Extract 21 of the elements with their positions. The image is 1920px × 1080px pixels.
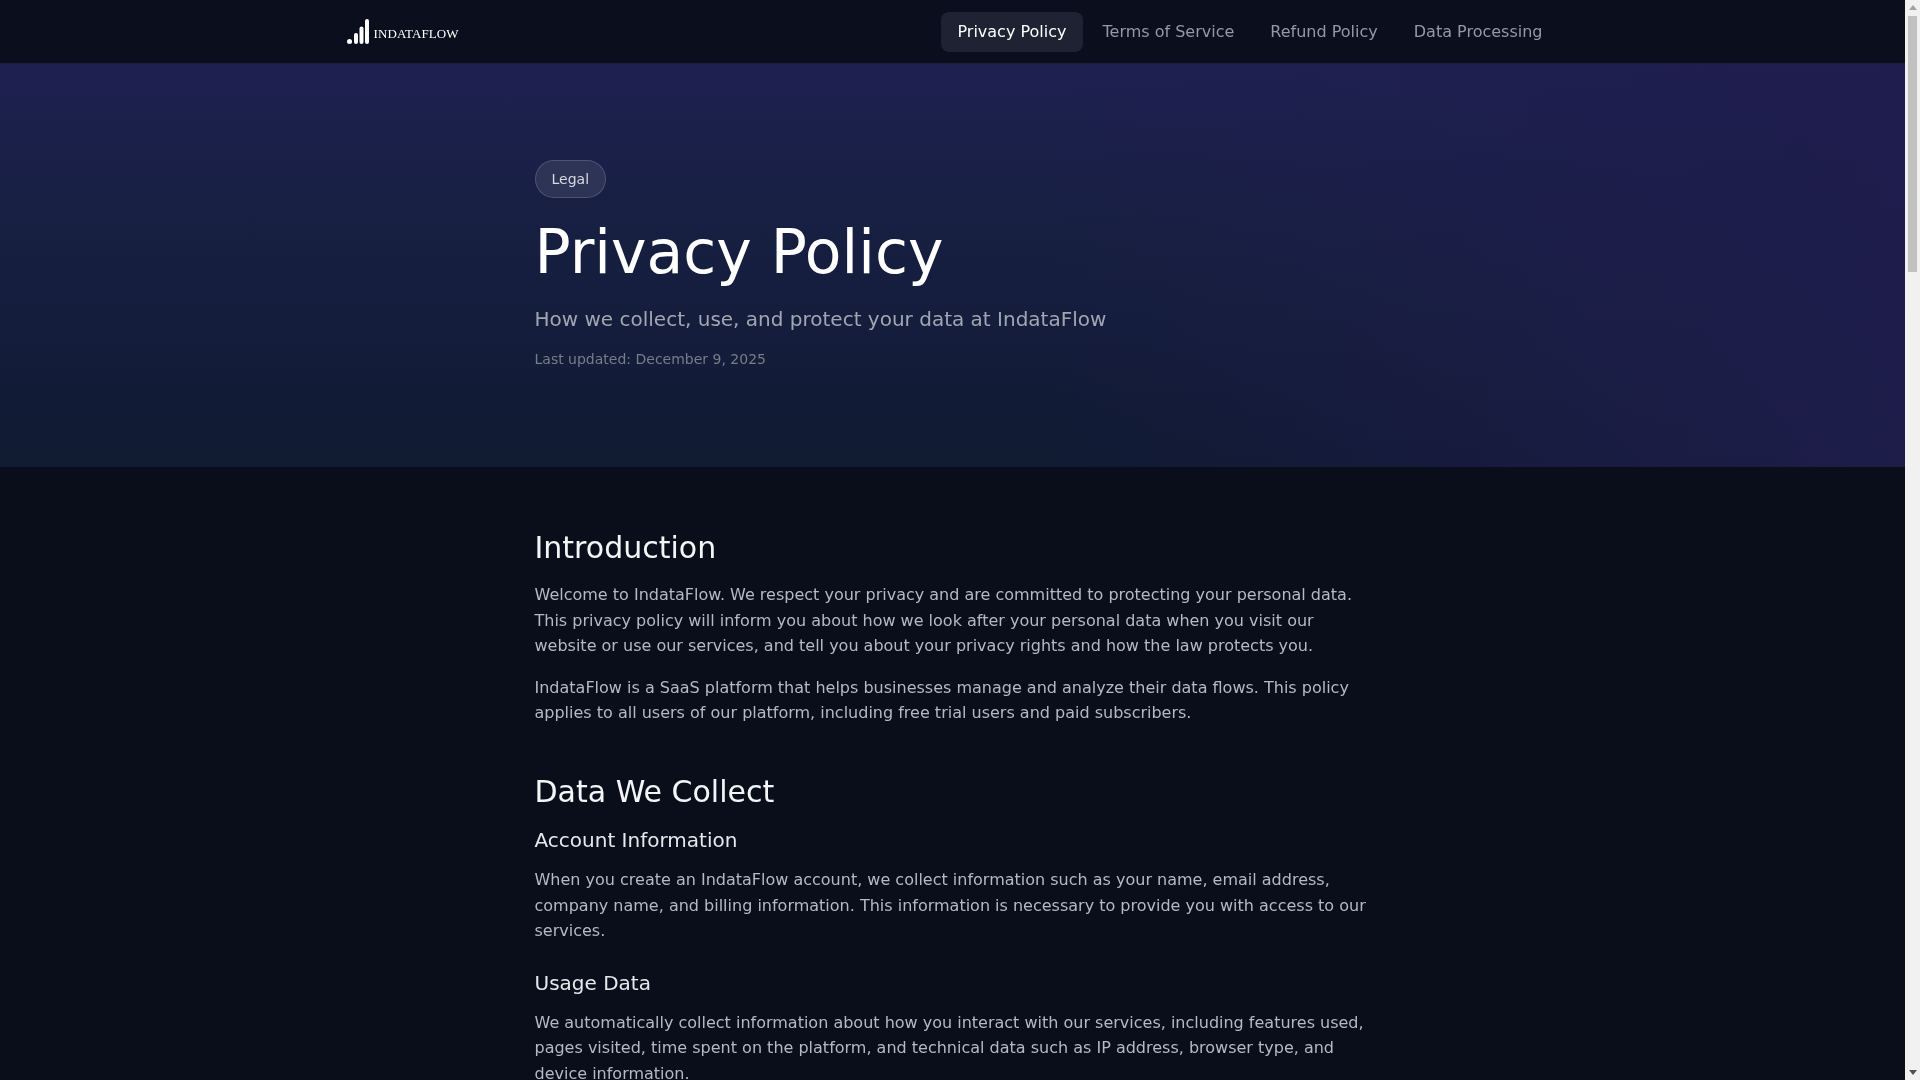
nav-tab[interactable]: Terms of Service xyxy=(1086,11,1251,52)
last-updated-text: Last updated: December 9, 2025 xyxy=(534,350,766,369)
category-badge: Legal xyxy=(534,160,607,198)
nav-tab[interactable]: Refund Policy xyxy=(1254,11,1394,52)
paragraph: IndataFlow is a SaaS platform that helps businesses manage and analyze their data flows. This policy applies to all users of our platform, including free trial users and paid subscribers. xyxy=(534,676,1350,725)
section-heading: Introduction xyxy=(534,530,717,566)
nav-tab[interactable]: Data Processing xyxy=(1397,11,1559,52)
nav-tab[interactable]: Privacy Policy xyxy=(941,11,1083,52)
signal-bars-icon xyxy=(346,19,369,44)
scrollbar-thumb[interactable] xyxy=(1908,16,1917,272)
up-arrow-icon[interactable] xyxy=(1908,5,1917,10)
logo-text: INDATAFLOW xyxy=(373,24,459,42)
section-heading: Data We Collect xyxy=(534,773,775,810)
page-subtitle: How we collect, use, and protect your data at IndataFlow xyxy=(534,306,1107,333)
paragraph: Welcome to IndataFlow. We respect your privacy and are committed to protecting your personal data. This privacy policy will inform you about how we look after your personal data when you visit our website or use our services, and tell you about your privacy rights and how the law protects you. xyxy=(534,584,1353,658)
subsection-heading: Usage Data xyxy=(534,969,651,996)
paragraph: We automatically collect information about how you interact with our services, including features used, pages visited, time spent on the platform, and technical data such as IP address, browser type, and device information. xyxy=(534,1011,1365,1080)
paragraph: When you create an IndataFlow account, we collect information such as your name, email address, company name, and billing information. This information is necessary to provide you with access to our services. xyxy=(534,868,1367,943)
subsection-heading: Account Information xyxy=(534,826,738,853)
page-title: Privacy Policy xyxy=(534,219,944,285)
down-arrow-icon[interactable] xyxy=(1908,1070,1917,1075)
